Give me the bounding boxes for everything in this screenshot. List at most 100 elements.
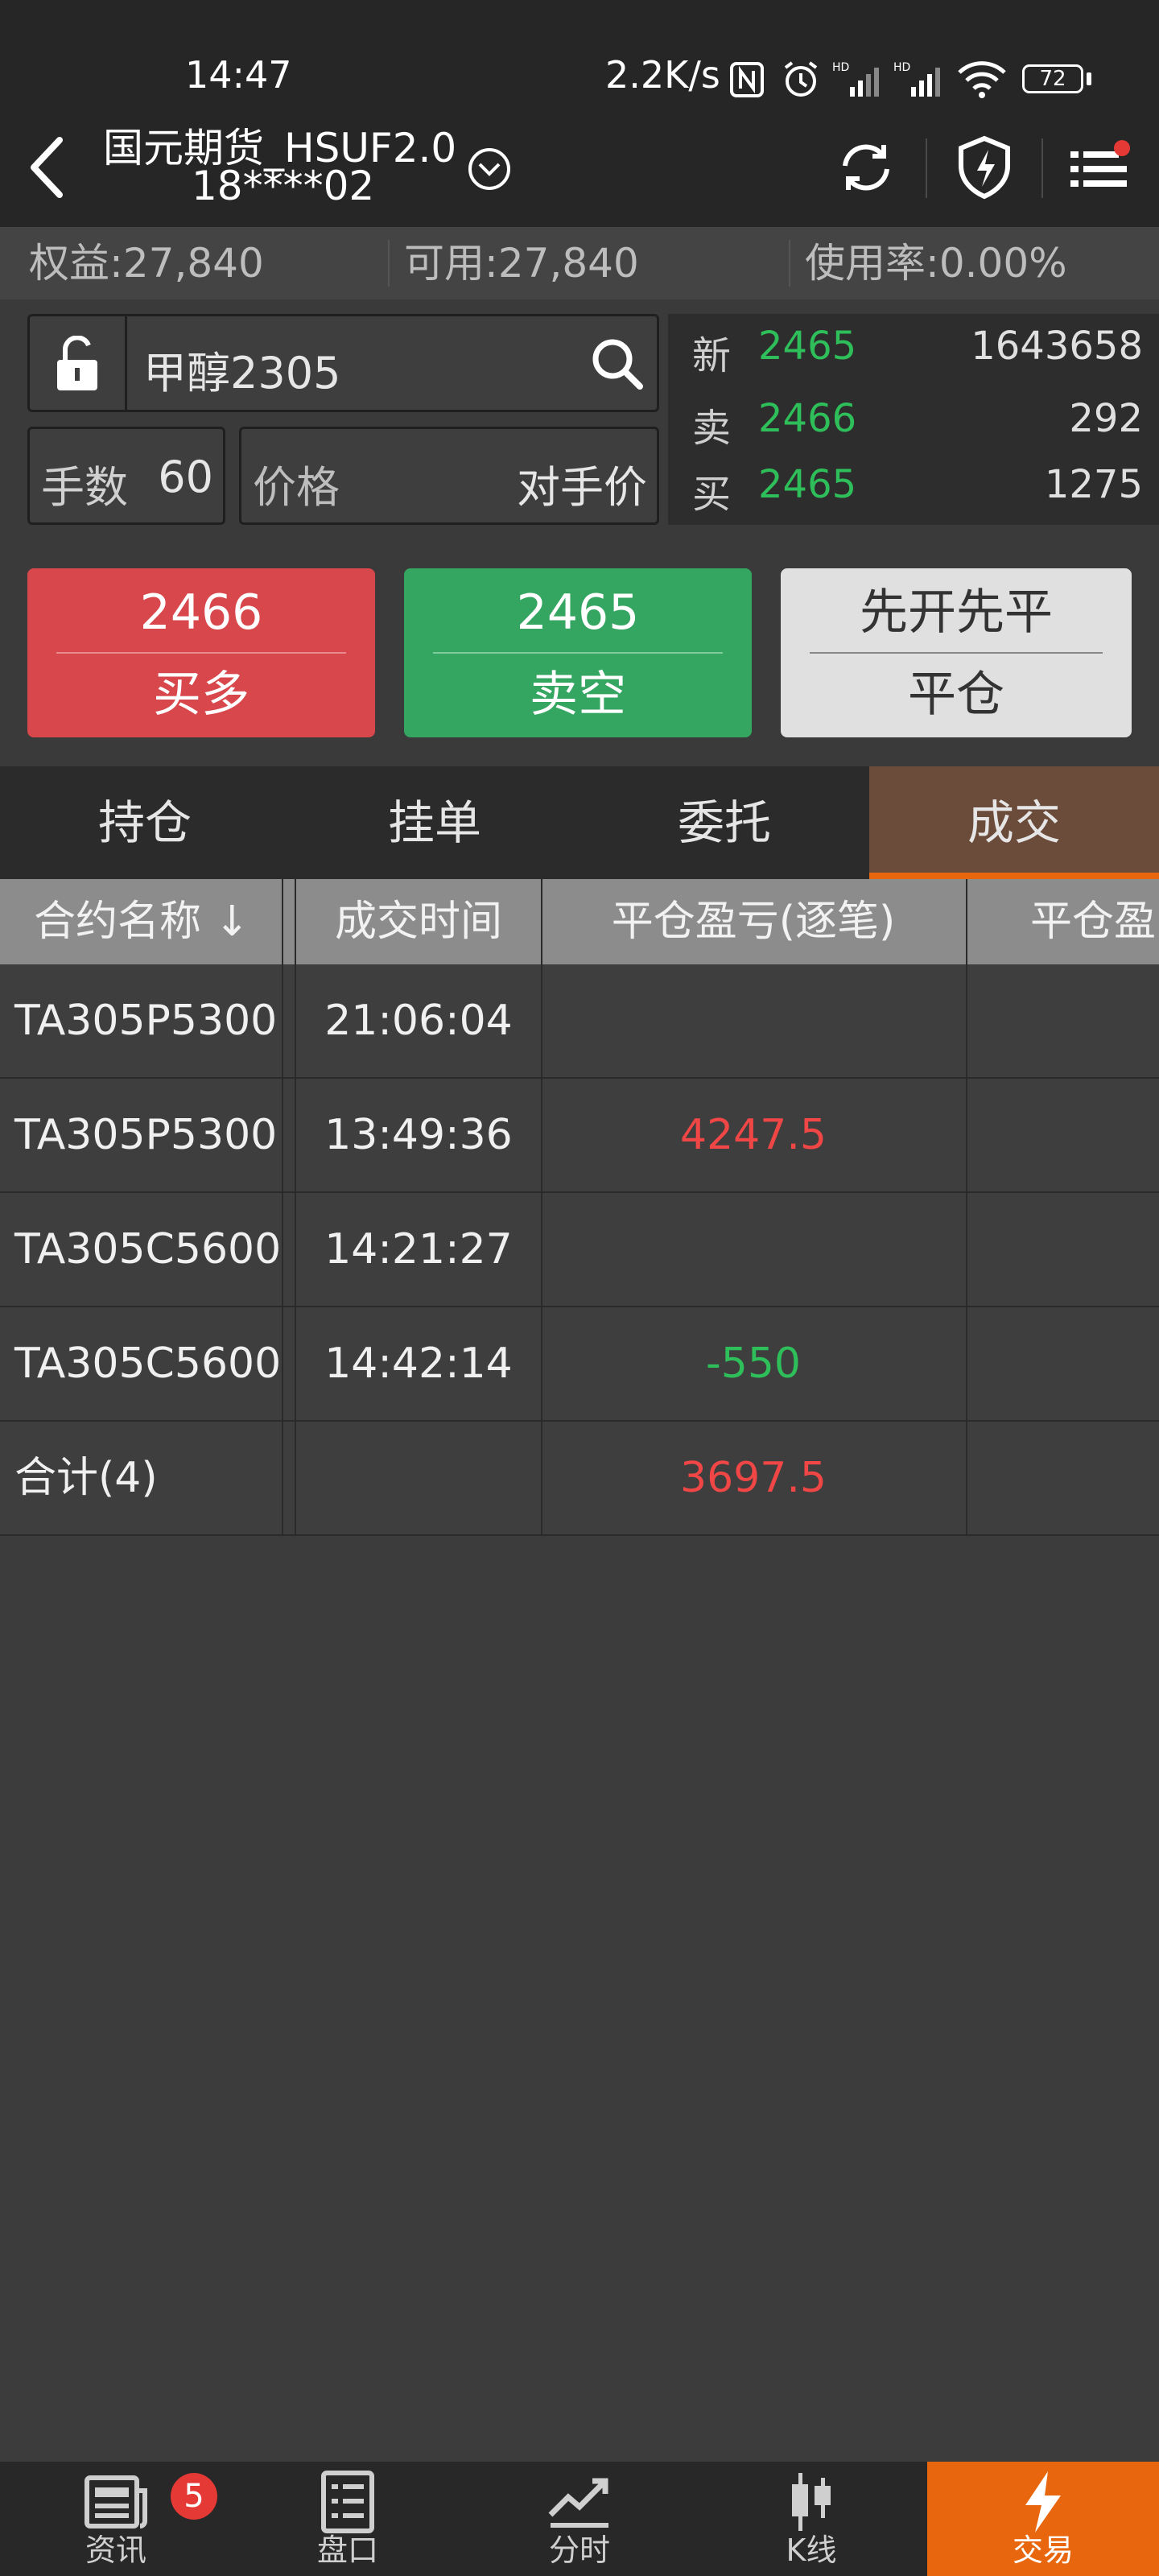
shield-bolt-icon[interactable] <box>956 135 1013 200</box>
list-doc-icon <box>321 2471 374 2533</box>
cell-time: 14:21:27 <box>324 1225 513 1274</box>
quote-price: 2465 <box>758 462 857 507</box>
chevron-down-circle-icon[interactable] <box>467 147 512 192</box>
qty-value: 60 <box>158 452 213 502</box>
nav-orderbook[interactable]: 盘口 <box>232 2462 464 2576</box>
svg-text:HD: HD <box>832 61 849 74</box>
qty-label: 手数 <box>41 462 128 513</box>
tab-trades[interactable]: 成交 <box>869 766 1159 879</box>
cell-pnl <box>541 1193 966 1306</box>
quantity-field[interactable]: 手数 60 <box>27 427 225 525</box>
battery-tip <box>1087 72 1091 85</box>
quote-label: 买 <box>692 472 732 517</box>
equity-text: 权益:27,840 <box>29 240 264 287</box>
symbol-text: 甲醇2305 <box>143 348 341 398</box>
col-trade-time[interactable]: 成交时间 <box>296 879 541 964</box>
alarm-icon <box>784 61 818 97</box>
quote-volume: 1643658 <box>971 324 1143 369</box>
search-icon[interactable] <box>589 336 645 392</box>
buy-long-button[interactable]: 2466 买多 <box>27 568 375 737</box>
cell-time: 13:49:36 <box>324 1111 513 1159</box>
col-divider <box>541 879 542 1536</box>
cell-contract: TA305P5300 <box>14 1111 278 1159</box>
quote-row-bid: 买 2465 1275 <box>668 462 1159 518</box>
close-label: 平仓 <box>908 667 1004 723</box>
nav-label: 资讯 <box>85 2533 146 2568</box>
nav-news[interactable]: 5 资讯 <box>0 2462 232 2576</box>
lightning-icon <box>1025 2471 1061 2533</box>
nav-timeshare[interactable]: 分时 <box>464 2462 695 2576</box>
refresh-icon[interactable] <box>837 138 895 196</box>
nav-label: 分时 <box>548 2533 610 2568</box>
table-row[interactable]: TA305C5600 14:42:14 -550 <box>0 1307 1159 1422</box>
col-close-pnl[interactable]: 平仓盈亏(逐笔) <box>541 879 966 964</box>
status-net-speed: 2.2K/s <box>605 53 720 97</box>
table-row[interactable]: TA305P5300 21:06:04 <box>0 964 1159 1079</box>
cell-pnl: -550 <box>705 1340 801 1388</box>
battery-level: 72 <box>1039 67 1066 91</box>
usage-text: 使用率:0.00% <box>805 240 1067 287</box>
unlock-icon <box>57 336 97 390</box>
cell-contract: TA305P5300 <box>14 997 278 1045</box>
newspaper-icon <box>85 2475 147 2529</box>
nfc-icon <box>730 62 764 97</box>
cell-pnl: 4247.5 <box>680 1111 827 1159</box>
news-badge: 5 <box>171 2473 217 2520</box>
buy-price: 2466 <box>139 584 263 641</box>
tab-positions[interactable]: 持仓 <box>0 766 290 879</box>
acct-divider-2 <box>789 240 790 287</box>
col-divider <box>295 879 296 1536</box>
wifi-icon <box>958 61 1006 98</box>
nav-trade[interactable]: 交易 <box>927 2462 1159 2576</box>
quote-volume: 1275 <box>1044 462 1143 507</box>
buy-label: 买多 <box>153 667 250 723</box>
signal-hd-icon-1: HD <box>832 61 879 97</box>
price-type: 对手价 <box>517 462 647 513</box>
close-position-button[interactable]: 先开先平 平仓 <box>781 568 1132 737</box>
trend-line-icon <box>548 2478 608 2528</box>
col-divider <box>282 879 283 1536</box>
quote-label: 卖 <box>692 406 732 451</box>
price-field[interactable]: 价格 对手价 <box>239 427 659 525</box>
quote-panel: 新 2465 1643658 卖 2466 292 买 2465 1275 <box>668 314 1159 525</box>
available-text: 可用:27,840 <box>404 240 639 287</box>
signal-hd-icon-2: HD <box>893 61 940 97</box>
cell-time: 14:42:14 <box>324 1340 513 1388</box>
nav-label: 交易 <box>1012 2533 1074 2568</box>
btn-divider <box>810 652 1103 654</box>
menu-list-icon[interactable] <box>1069 138 1133 195</box>
total-label: 合计(4) <box>14 1454 158 1502</box>
table-total-row: 合计(4) 3697.5 <box>0 1422 1159 1536</box>
tab-pending[interactable]: 挂单 <box>290 766 580 879</box>
btn-divider <box>433 652 723 654</box>
quote-label: 新 <box>692 333 732 378</box>
cell-contract: TA305C5600 <box>14 1225 282 1274</box>
btn-divider <box>56 652 346 654</box>
cell-time: 21:06:04 <box>324 997 513 1045</box>
nav-label: K线 <box>786 2533 837 2568</box>
cell-contract: TA305C5600 <box>14 1340 282 1388</box>
table-row[interactable]: TA305C5600 14:21:27 <box>0 1193 1159 1307</box>
header-divider-2 <box>1041 138 1043 198</box>
close-mode: 先开先平 <box>860 584 1053 641</box>
sell-short-button[interactable]: 2465 卖空 <box>404 568 752 737</box>
nav-kline[interactable]: K线 <box>695 2462 927 2576</box>
account-id[interactable]: 18****02 <box>192 163 374 209</box>
symbol-input[interactable]: 甲醇2305 <box>125 314 659 412</box>
battery-icon: 72 <box>1022 64 1083 93</box>
tab-active-indicator <box>869 873 1159 879</box>
col-divider <box>966 879 967 1536</box>
tab-orders[interactable]: 委托 <box>580 766 869 879</box>
quote-row-ask: 卖 2466 292 <box>668 396 1159 452</box>
lock-button[interactable] <box>27 314 127 412</box>
quote-row-last: 新 2465 1643658 <box>668 324 1159 380</box>
col-close-pnl-2[interactable]: 平仓盈 <box>966 879 1159 964</box>
back-icon[interactable] <box>27 135 68 200</box>
table-row[interactable]: TA305P5300 13:49:36 4247.5 <box>0 1079 1159 1193</box>
price-label: 价格 <box>253 462 340 513</box>
col-contract[interactable]: 合约名称 ↓ <box>0 879 283 964</box>
sell-price: 2465 <box>516 584 640 641</box>
nav-label: 盘口 <box>316 2533 378 2568</box>
candlestick-icon <box>792 2473 831 2531</box>
header-divider <box>926 138 927 198</box>
